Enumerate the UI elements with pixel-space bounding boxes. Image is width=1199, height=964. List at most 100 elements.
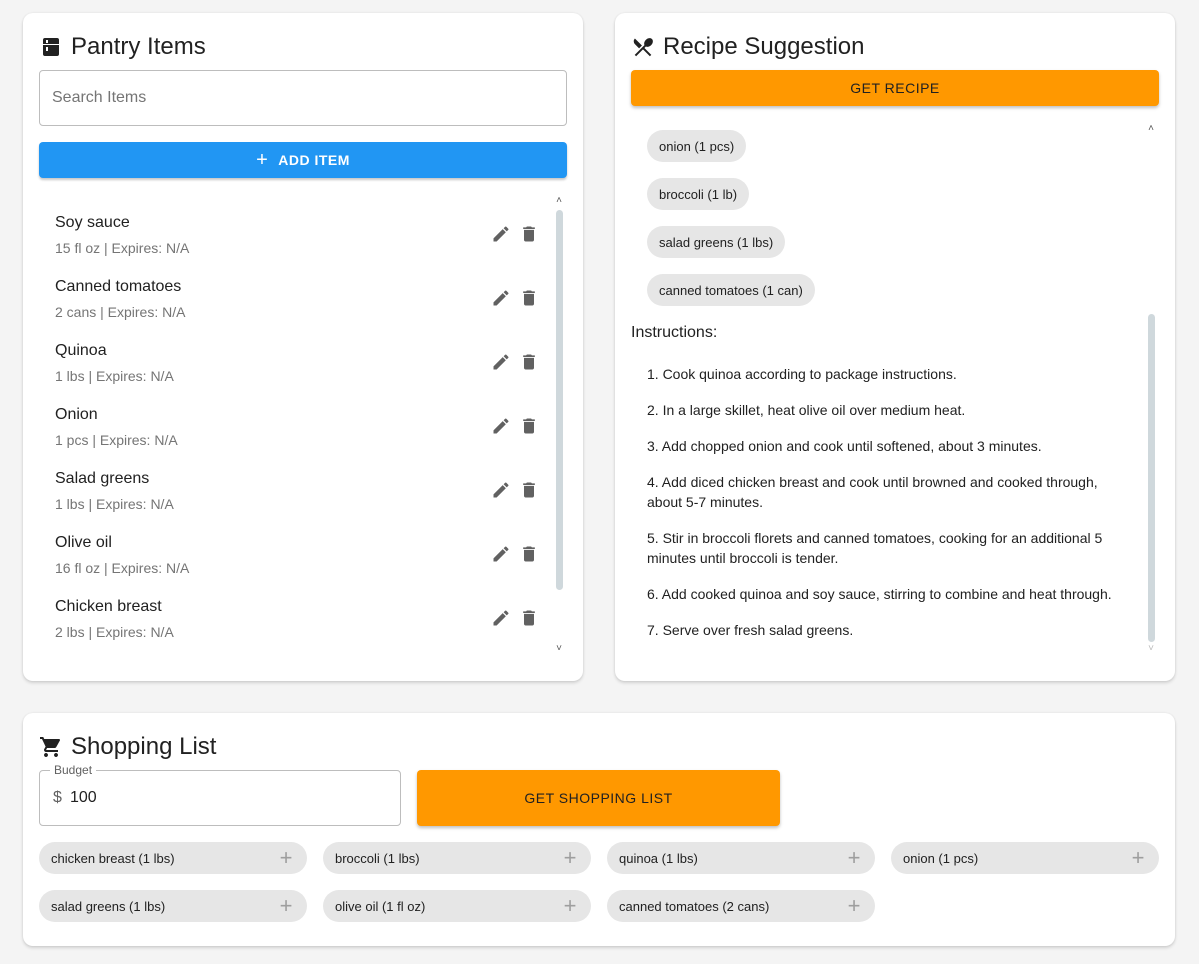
shopping-item-label: salad greens (1 lbs) xyxy=(51,898,166,914)
trash-icon xyxy=(519,480,539,500)
add-to-pantry-button[interactable]: + xyxy=(277,845,295,870)
instruction-step: 7. Serve over fresh salad greens. xyxy=(647,622,854,638)
delete-item-button[interactable] xyxy=(517,478,541,502)
plus-icon: + xyxy=(847,845,861,870)
delete-item-button[interactable] xyxy=(517,286,541,310)
recipe-title-text: Recipe Suggestion xyxy=(663,33,865,60)
search-input[interactable] xyxy=(40,71,566,125)
plus-icon: + xyxy=(847,893,861,918)
edit-item-button[interactable] xyxy=(489,414,513,438)
delete-item-button[interactable] xyxy=(517,542,541,566)
pantry-list-item[interactable]: Onion 1 pcs | Expires: N/A xyxy=(39,398,549,462)
scroll-up-arrow-icon[interactable]: ˄ xyxy=(554,196,564,206)
add-to-pantry-button[interactable]: + xyxy=(561,845,579,870)
edit-item-button[interactable] xyxy=(489,350,513,374)
edit-item-button[interactable] xyxy=(489,286,513,310)
plus-icon: + xyxy=(563,845,577,870)
shopping-item-chip: salad greens (1 lbs) + xyxy=(39,890,307,922)
instructions-list: 1. Cook quinoa according to package inst… xyxy=(647,364,1127,656)
edit-item-button[interactable] xyxy=(489,542,513,566)
pantry-list-item[interactable]: Salad greens 1 lbs | Expires: N/A xyxy=(39,462,549,526)
pencil-icon xyxy=(491,416,511,436)
trash-icon xyxy=(519,224,539,244)
item-name: Soy sauce xyxy=(55,214,130,231)
add-to-pantry-button[interactable]: + xyxy=(561,893,579,918)
pantry-card: Pantry Items + ADD ITEM Soy sauce 15 fl o… xyxy=(23,13,583,681)
pantry-list-item[interactable]: Soy sauce 15 fl oz | Expires: N/A xyxy=(39,206,549,270)
pencil-icon xyxy=(491,608,511,628)
ingredient-chip: broccoli (1 lb) xyxy=(647,178,750,210)
instructions-heading: Instructions: xyxy=(631,324,718,341)
get-shopping-list-button[interactable]: GET SHOPPING LIST xyxy=(417,770,780,826)
recipe-scrollbar[interactable]: ˄ ˅ xyxy=(1146,124,1156,658)
scroll-thumb[interactable] xyxy=(556,210,563,590)
budget-input[interactable] xyxy=(70,771,390,825)
ingredient-chip: onion (1 pcs) xyxy=(647,130,747,162)
add-to-pantry-button[interactable]: + xyxy=(845,845,863,870)
shopping-item-label: broccoli (1 lbs) xyxy=(335,850,420,866)
shopping-item-label: olive oil (1 fl oz) xyxy=(335,898,426,914)
item-details: 15 fl oz | Expires: N/A xyxy=(55,240,190,256)
add-item-button[interactable]: + ADD ITEM xyxy=(39,142,567,178)
delete-item-button[interactable] xyxy=(517,350,541,374)
utensils-icon xyxy=(631,35,655,59)
ingredient-chip: canned tomatoes (1 can) xyxy=(647,274,815,306)
get-recipe-button[interactable]: GET RECIPE xyxy=(631,70,1159,106)
trash-icon xyxy=(519,544,539,564)
currency-prefix: $ xyxy=(53,789,62,806)
pantry-list-item[interactable]: Chicken breast 2 lbs | Expires: N/A xyxy=(39,590,549,654)
pantry-list-item[interactable]: Olive oil 16 fl oz | Expires: N/A xyxy=(39,526,549,590)
edit-item-button[interactable] xyxy=(489,606,513,630)
shopping-cart-icon xyxy=(39,735,63,759)
pencil-icon xyxy=(491,352,511,372)
plus-icon: + xyxy=(1131,845,1145,870)
plus-icon: + xyxy=(563,893,577,918)
pantry-scrollbar[interactable]: ˄ ˅ xyxy=(554,196,564,658)
edit-item-button[interactable] xyxy=(489,222,513,246)
item-name: Salad greens xyxy=(55,470,150,487)
scroll-thumb[interactable] xyxy=(1148,314,1155,642)
instruction-step: 2. In a large skillet, heat olive oil ov… xyxy=(647,402,966,418)
instruction-step: 1. Cook quinoa according to package inst… xyxy=(647,366,957,382)
scroll-down-arrow-icon[interactable]: ˅ xyxy=(1146,644,1156,654)
pantry-list-item[interactable]: Canned tomatoes 2 cans | Expires: N/A xyxy=(39,270,549,334)
delete-item-button[interactable] xyxy=(517,606,541,630)
item-name: Onion xyxy=(55,406,98,423)
pencil-icon xyxy=(491,288,511,308)
shopping-item-chip: onion (1 pcs) + xyxy=(891,842,1159,874)
item-name: Quinoa xyxy=(55,342,107,359)
fridge-icon xyxy=(39,35,63,59)
shopping-item-label: canned tomatoes (2 cans) xyxy=(619,898,770,914)
item-name: Olive oil xyxy=(55,534,112,551)
shopping-item-chip: olive oil (1 fl oz) + xyxy=(323,890,591,922)
pantry-list-item[interactable]: Quinoa 1 lbs | Expires: N/A xyxy=(39,334,549,398)
recipe-title: Recipe Suggestion xyxy=(631,32,864,62)
instruction-step: 3. Add chopped onion and cook until soft… xyxy=(647,438,1042,454)
search-field xyxy=(39,70,567,126)
add-to-pantry-button[interactable]: + xyxy=(845,893,863,918)
shopping-item-label: onion (1 pcs) xyxy=(903,850,979,866)
ingredient-chip: salad greens (1 lbs) xyxy=(647,226,786,258)
pencil-icon xyxy=(491,544,511,564)
plus-icon: + xyxy=(279,893,293,918)
add-to-pantry-button[interactable]: + xyxy=(1129,845,1147,870)
delete-item-button[interactable] xyxy=(517,414,541,438)
instruction-step: 5. Stir in broccoli florets and canned t… xyxy=(647,530,1103,566)
scroll-up-arrow-icon[interactable]: ˄ xyxy=(1146,124,1156,134)
add-item-label: ADD ITEM xyxy=(278,152,350,168)
budget-field: Budget $ xyxy=(39,763,401,826)
shopping-item-chip: canned tomatoes (2 cans) + xyxy=(607,890,875,922)
trash-icon xyxy=(519,416,539,436)
delete-item-button[interactable] xyxy=(517,222,541,246)
edit-item-button[interactable] xyxy=(489,478,513,502)
pantry-list: Soy sauce 15 fl oz | Expires: N/A Canned t… xyxy=(39,206,549,654)
item-details: 1 lbs | Expires: N/A xyxy=(55,368,174,384)
shopping-item-label: quinoa (1 lbs) xyxy=(619,850,698,866)
pencil-icon xyxy=(491,480,511,500)
scroll-down-arrow-icon[interactable]: ˅ xyxy=(554,644,564,654)
add-to-pantry-button[interactable]: + xyxy=(277,893,295,918)
pencil-icon xyxy=(491,224,511,244)
item-name: Chicken breast xyxy=(55,598,162,615)
plus-icon: + xyxy=(279,845,293,870)
recipe-card: Recipe Suggestion GET RECIPE onion (1 pc… xyxy=(615,13,1175,681)
